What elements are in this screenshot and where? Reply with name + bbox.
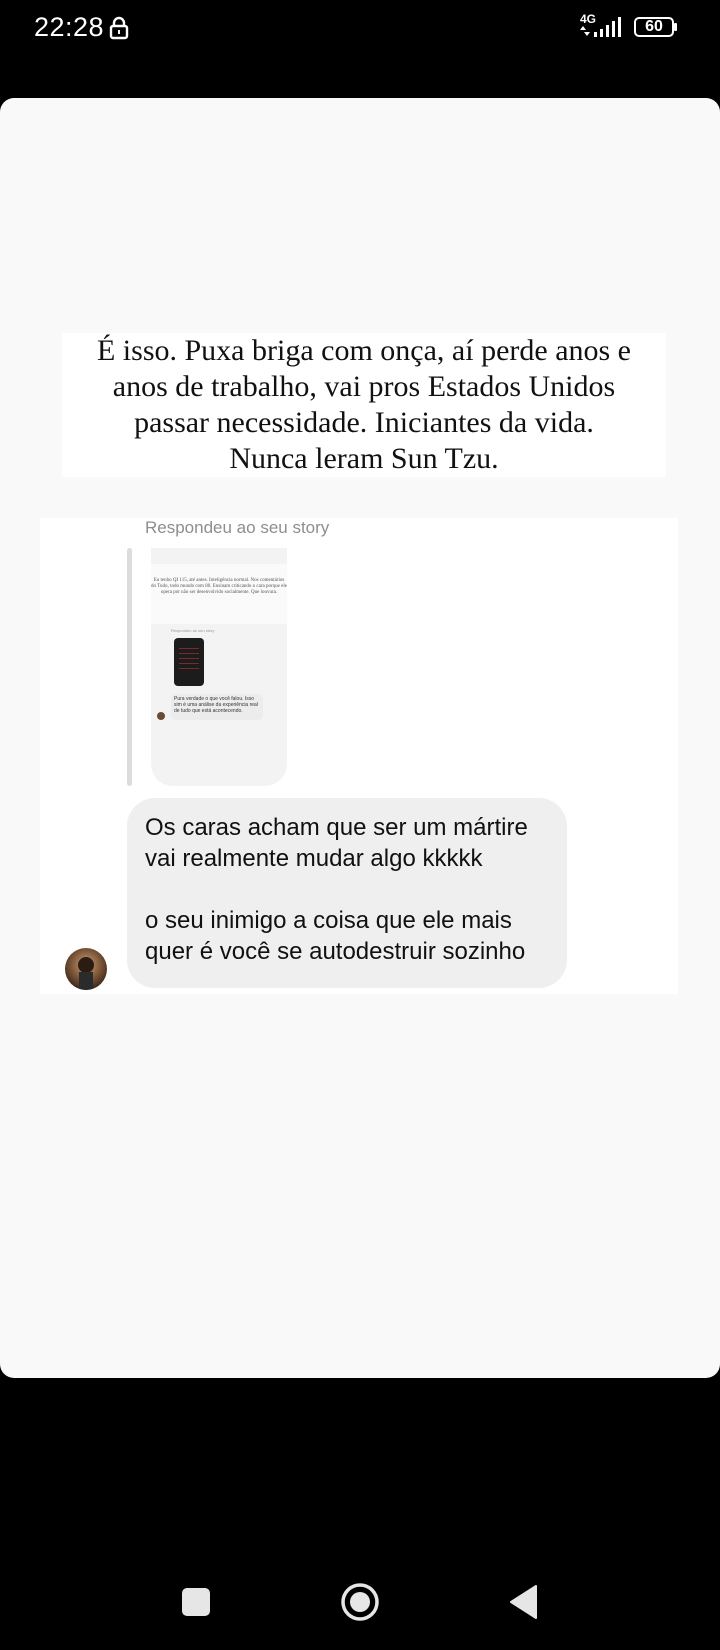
story-text-line: anos de trabalho, vai pros Estados Unido… bbox=[112, 370, 616, 403]
home-button-icon[interactable] bbox=[340, 1582, 380, 1622]
status-bar: 22:28 4G 60 bbox=[0, 0, 720, 56]
message-bubble[interactable]: Os caras acham que ser um mártire vai re… bbox=[127, 798, 567, 988]
status-time: 22:28 bbox=[34, 12, 105, 42]
lock-icon bbox=[109, 16, 129, 40]
direct-message-panel: Respondeu ao seu story Eu tenho QI 115, … bbox=[40, 518, 678, 994]
battery-icon: 60 bbox=[634, 17, 678, 37]
recents-button-icon[interactable] bbox=[182, 1588, 210, 1616]
quote-bar bbox=[127, 548, 132, 786]
story-text-line: Nunca leram Sun Tzu. bbox=[229, 442, 499, 475]
thumbnail-reply-bubble: Pura verdade o que você falou. Isso sim … bbox=[171, 694, 263, 720]
message-paragraph: o seu inimigo a coisa que ele mais quer … bbox=[145, 907, 526, 965]
signal-icon bbox=[580, 17, 621, 37]
thumbnail-avatar bbox=[157, 712, 165, 720]
thumbnail-story-text: Eu tenho QI 115, até antes. Inteligência… bbox=[151, 564, 287, 624]
back-button-icon[interactable] bbox=[508, 1584, 538, 1620]
replied-to-story-label: Respondeu ao seu story bbox=[145, 518, 330, 537]
story-text-line: passar necessidade. Iniciantes da vida. bbox=[134, 406, 594, 439]
story-thumbnail[interactable]: Eu tenho QI 115, até antes. Inteligência… bbox=[151, 548, 287, 786]
message-paragraph: Os caras acham que ser um mártire vai re… bbox=[145, 814, 528, 872]
story-text-line: É isso. Puxa briga com onça, aí perde an… bbox=[96, 334, 631, 367]
sender-avatar[interactable] bbox=[65, 948, 107, 990]
thumbnail-phone-image bbox=[174, 638, 204, 686]
story-text-box[interactable]: É isso. Puxa briga com onça, aí perde an… bbox=[62, 333, 666, 477]
thumbnail-reply-label: Respondeu ao seu story bbox=[171, 628, 215, 633]
system-navigation-bar bbox=[0, 1560, 720, 1650]
story-reply-card: É isso. Puxa briga com onça, aí perde an… bbox=[0, 98, 720, 1378]
battery-level: 60 bbox=[645, 18, 663, 35]
